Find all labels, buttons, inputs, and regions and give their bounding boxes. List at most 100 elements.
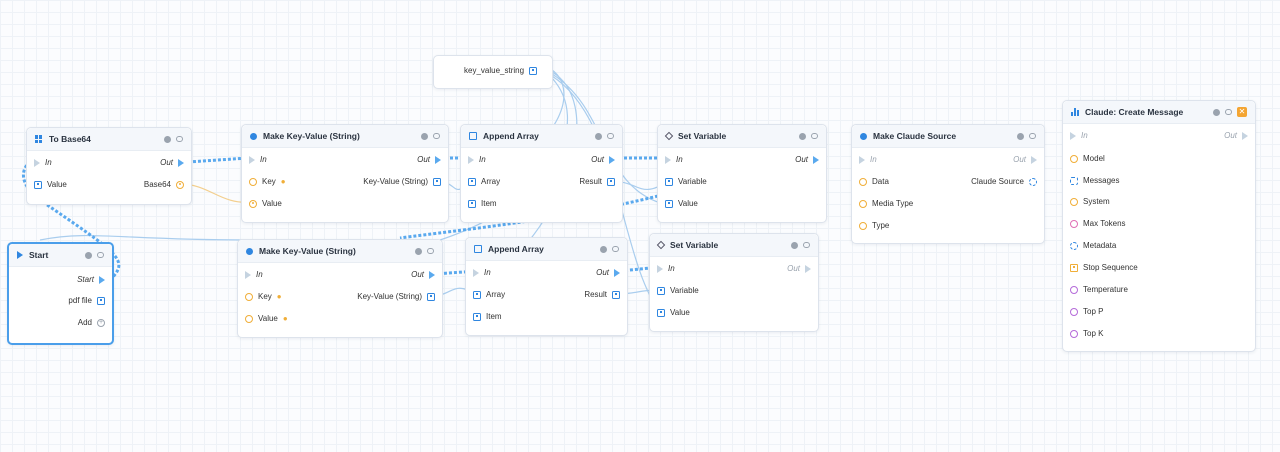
param-pin-icon[interactable] xyxy=(1070,307,1078,316)
node-set-variable-2[interactable]: Set Variable In Out Variable Value xyxy=(649,233,819,332)
input-pin-icon[interactable] xyxy=(468,177,476,186)
exec-out-pin-icon[interactable] xyxy=(1242,131,1248,140)
output-pin-icon[interactable] xyxy=(433,177,441,186)
status-dot-icon[interactable] xyxy=(415,247,422,255)
exec-out-pin-icon[interactable] xyxy=(99,275,105,284)
param-pin-icon[interactable] xyxy=(1070,285,1078,294)
status-dot-icon[interactable] xyxy=(595,132,602,140)
node-header[interactable]: Set Variable xyxy=(650,234,818,257)
comment-icon[interactable] xyxy=(607,133,614,139)
param-pin-icon[interactable] xyxy=(1070,329,1078,338)
param-label-temperature: Temperature xyxy=(1083,285,1128,294)
node-make-key-value-1[interactable]: Make Key-Value (String) In Out Key ● Key-… xyxy=(241,124,449,223)
input-pin-icon[interactable] xyxy=(468,199,476,208)
param-pin-icon[interactable] xyxy=(1070,219,1078,228)
node-claude-create-message[interactable]: Claude: Create Message ✕ In Out Model Me… xyxy=(1062,100,1256,352)
node-header[interactable]: Start xyxy=(9,244,112,267)
status-dot-icon[interactable] xyxy=(791,241,798,249)
comment-icon[interactable] xyxy=(1225,109,1232,115)
exec-out-pin-icon[interactable] xyxy=(614,268,620,277)
variable-output-pin-icon[interactable] xyxy=(529,66,538,75)
input-pin-icon[interactable] xyxy=(245,292,253,301)
exec-out-pin-icon[interactable] xyxy=(435,155,441,164)
warning-icon[interactable]: ✕ xyxy=(1237,107,1247,117)
status-dot-icon[interactable] xyxy=(1213,108,1220,116)
exec-out-pin-icon[interactable] xyxy=(813,155,819,164)
exec-out-pin-icon[interactable] xyxy=(805,264,811,273)
param-pin-icon[interactable] xyxy=(1070,176,1078,185)
input-pin-icon[interactable] xyxy=(657,286,665,295)
comment-icon[interactable] xyxy=(811,133,818,139)
variable-node-key-value-string[interactable]: key_value_string xyxy=(433,55,553,89)
node-header[interactable]: To Base64 xyxy=(27,128,191,151)
param-pin-icon[interactable] xyxy=(1070,263,1078,272)
comment-icon[interactable] xyxy=(1029,133,1036,139)
input-pin-icon[interactable] xyxy=(657,308,665,317)
input-pin-icon[interactable] xyxy=(665,199,673,208)
exec-out-pin-icon[interactable] xyxy=(1031,155,1037,164)
node-header[interactable]: Set Variable xyxy=(658,125,826,148)
node-header[interactable]: Make Claude Source xyxy=(852,125,1044,148)
exec-in-pin-icon[interactable] xyxy=(249,155,255,164)
input-pin-icon[interactable] xyxy=(249,199,257,208)
node-header[interactable]: Append Array xyxy=(466,238,627,261)
exec-in-pin-icon[interactable] xyxy=(665,155,671,164)
exec-out-pin-icon[interactable] xyxy=(609,155,615,164)
output-pin-icon[interactable] xyxy=(612,290,620,299)
exec-in-pin-icon[interactable] xyxy=(245,270,251,279)
exec-out-pin-icon[interactable] xyxy=(429,270,435,279)
param-pin-icon[interactable] xyxy=(1070,241,1078,250)
output-pin-icon[interactable] xyxy=(97,296,105,305)
comment-icon[interactable] xyxy=(433,133,440,139)
node-append-array-2[interactable]: Append Array In Out Array Result Item xyxy=(465,237,628,336)
pin-label-array: Array xyxy=(486,290,506,299)
input-pin-icon[interactable] xyxy=(473,312,481,321)
node-to-base64[interactable]: To Base64 In Out Value Base64 xyxy=(26,127,192,205)
input-pin-icon[interactable] xyxy=(859,221,867,230)
comment-icon[interactable] xyxy=(803,242,810,248)
status-dot-icon[interactable] xyxy=(600,245,607,253)
node-set-variable-1[interactable]: Set Variable In Out Variable Value xyxy=(657,124,827,223)
exec-in-pin-icon[interactable] xyxy=(473,268,479,277)
add-pin-icon[interactable]: + xyxy=(97,318,105,327)
exec-in-pin-icon[interactable] xyxy=(657,264,663,273)
pin-label-out: Out xyxy=(411,270,424,279)
node-make-claude-source[interactable]: Make Claude Source In Out Data Claude So… xyxy=(851,124,1045,244)
status-dot-icon[interactable] xyxy=(85,251,92,259)
status-dot-icon[interactable] xyxy=(421,132,428,140)
comment-icon[interactable] xyxy=(612,246,619,252)
status-dot-icon[interactable] xyxy=(1017,132,1024,140)
comment-icon[interactable] xyxy=(176,136,183,142)
input-pin-icon[interactable] xyxy=(34,180,42,189)
pin-label-variable: Variable xyxy=(670,286,699,295)
node-header[interactable]: Make Key-Value (String) xyxy=(238,240,442,263)
input-pin-icon[interactable] xyxy=(859,199,867,208)
exec-in-pin-icon[interactable] xyxy=(34,158,40,167)
node-append-array-1[interactable]: Append Array In Out Array Result Item xyxy=(460,124,623,223)
input-pin-icon[interactable] xyxy=(665,177,673,186)
node-start[interactable]: Start Start pdf file Add + xyxy=(7,242,114,345)
status-dot-icon[interactable] xyxy=(164,135,171,143)
pin-label-in: In xyxy=(668,264,675,273)
input-pin-icon[interactable] xyxy=(473,290,481,299)
node-header[interactable]: Append Array xyxy=(461,125,622,148)
exec-in-pin-icon[interactable] xyxy=(1070,131,1076,140)
output-pin-icon[interactable] xyxy=(1029,177,1037,186)
input-pin-icon[interactable] xyxy=(249,177,257,186)
param-pin-icon[interactable] xyxy=(1070,154,1078,163)
exec-in-pin-icon[interactable] xyxy=(859,155,865,164)
status-dot-icon[interactable] xyxy=(799,132,806,140)
output-pin-icon[interactable] xyxy=(176,180,184,189)
exec-in-pin-icon[interactable] xyxy=(468,155,474,164)
output-pin-icon[interactable] xyxy=(607,177,615,186)
comment-icon[interactable] xyxy=(427,248,434,254)
param-pin-icon[interactable] xyxy=(1070,197,1078,206)
node-header[interactable]: Claude: Create Message ✕ xyxy=(1063,101,1255,124)
input-pin-icon[interactable] xyxy=(245,314,253,323)
exec-out-pin-icon[interactable] xyxy=(178,158,184,167)
input-pin-icon[interactable] xyxy=(859,177,867,186)
node-make-key-value-2[interactable]: Make Key-Value (String) In Out Key ● Key-… xyxy=(237,239,443,338)
node-header[interactable]: Make Key-Value (String) xyxy=(242,125,448,148)
output-pin-icon[interactable] xyxy=(427,292,435,301)
comment-icon[interactable] xyxy=(97,252,104,258)
